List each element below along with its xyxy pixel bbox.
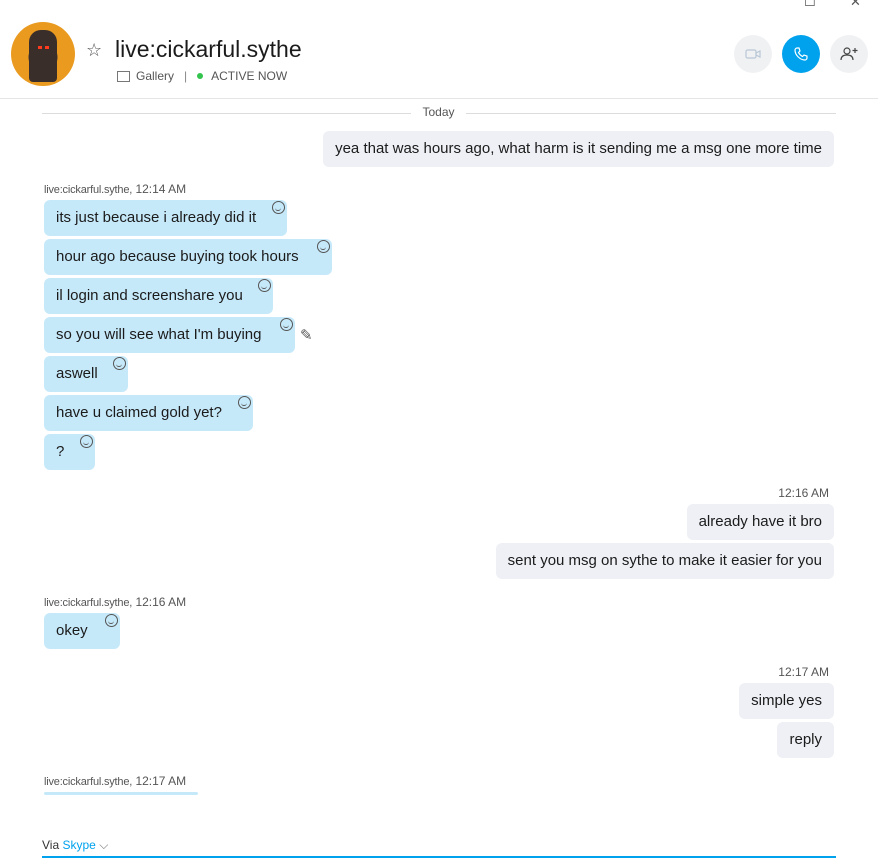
- reaction-smiley-icon[interactable]: [105, 614, 118, 627]
- message-meta: live:cickarful.sythe, 12:16 AM: [44, 595, 186, 609]
- message-bubble-incoming[interactable]: okey: [44, 613, 120, 649]
- message-bubble-incoming[interactable]: its just because i already did it: [44, 200, 287, 236]
- message-meta: live:cickarful.sythe, 12:17 AM: [44, 774, 186, 788]
- composer-via: Via Skype ⌵: [42, 838, 108, 853]
- presence-dot-icon: [197, 73, 204, 79]
- reaction-smiley-icon[interactable]: [258, 279, 271, 292]
- gallery-link[interactable]: Gallery: [136, 69, 174, 83]
- message-text: have u claimed gold yet?: [56, 404, 222, 421]
- message-bubble-incoming[interactable]: hour ago because buying took hours: [44, 239, 332, 275]
- message-bubble-outgoing[interactable]: already have it bro: [686, 504, 834, 540]
- sender-name: live:cickarful.sythe,: [44, 597, 133, 609]
- message-text: aswell: [56, 365, 98, 382]
- message-text: il login and screenshare you: [56, 287, 243, 304]
- message-time: 12:16 AM: [778, 486, 829, 500]
- message-bubble-incoming[interactable]: aswell: [44, 356, 128, 392]
- separator: |: [184, 69, 188, 83]
- status-text: ACTIVE NOW: [211, 69, 288, 83]
- reaction-smiley-icon[interactable]: [272, 201, 285, 214]
- reaction-smiley-icon[interactable]: [238, 396, 251, 409]
- message-bubble-incoming[interactable]: il login and screenshare you: [44, 278, 273, 314]
- via-label: Via: [42, 838, 60, 852]
- contact-name[interactable]: live:cickarful.sythe: [115, 36, 302, 63]
- message-bubble-incoming[interactable]: have u claimed gold yet?: [44, 395, 253, 431]
- date-divider-line: [42, 113, 411, 114]
- video-call-button[interactable]: [734, 35, 772, 73]
- composer-focus-line: [42, 856, 836, 858]
- date-divider-line: [466, 113, 836, 114]
- gallery-icon[interactable]: [117, 70, 130, 82]
- contact-subtitle: Gallery | ACTIVE NOW: [117, 69, 287, 83]
- phone-icon: [794, 47, 808, 61]
- star-icon[interactable]: ☆: [86, 40, 102, 61]
- message-bubble-incoming[interactable]: ?: [44, 434, 95, 470]
- add-person-icon: [840, 47, 858, 61]
- chat-header: ☆ live:cickarful.sythe Gallery | ACTIVE …: [0, 0, 878, 99]
- sender-name: live:cickarful.sythe,: [44, 776, 133, 788]
- video-icon: [745, 49, 761, 59]
- message-bubble-incoming[interactable]: [44, 792, 198, 795]
- message-time: 12:14 AM: [135, 182, 187, 196]
- chevron-down-icon[interactable]: ⌵: [99, 838, 108, 852]
- message-time: 12:17 AM: [135, 774, 187, 788]
- sender-name: live:cickarful.sythe,: [44, 184, 133, 196]
- message-text: ?: [56, 443, 65, 460]
- reaction-smiley-icon[interactable]: [80, 435, 93, 448]
- date-divider-label: Today: [422, 105, 455, 119]
- message-meta: live:cickarful.sythe, 12:14 AM: [44, 182, 186, 196]
- message-time: 12:16 AM: [135, 595, 187, 609]
- reaction-smiley-icon[interactable]: [280, 318, 293, 331]
- audio-call-button[interactable]: [782, 35, 820, 73]
- message-text: so you will see what I'm buying: [56, 326, 262, 343]
- message-bubble-outgoing[interactable]: reply: [777, 722, 834, 758]
- add-participant-button[interactable]: [830, 35, 868, 73]
- message-text: hour ago because buying took hours: [56, 248, 299, 265]
- reaction-smiley-icon[interactable]: [317, 240, 330, 253]
- message-bubble-outgoing[interactable]: sent you msg on sythe to make it easier …: [495, 543, 834, 579]
- edit-pencil-icon[interactable]: ✎: [300, 326, 313, 344]
- message-bubble-outgoing[interactable]: yea that was hours ago, what harm is it …: [323, 131, 834, 167]
- avatar[interactable]: [11, 22, 75, 86]
- message-bubble-incoming[interactable]: so you will see what I'm buying: [44, 317, 295, 353]
- message-text: okey: [56, 622, 88, 639]
- message-time: 12:17 AM: [778, 665, 829, 679]
- message-text: its just because i already did it: [56, 209, 257, 226]
- message-bubble-outgoing[interactable]: simple yes: [739, 683, 834, 719]
- service-selector[interactable]: Skype: [62, 838, 95, 852]
- reaction-smiley-icon[interactable]: [113, 357, 126, 370]
